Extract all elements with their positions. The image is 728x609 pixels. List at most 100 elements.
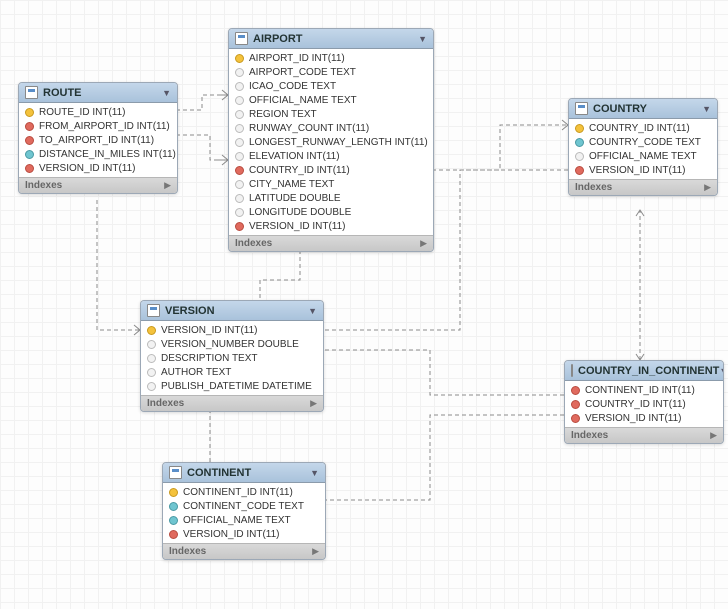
column-label: ICAO_CODE TEXT: [249, 81, 336, 92]
column-icon: [571, 400, 580, 409]
column[interactable]: AUTHOR TEXT: [141, 365, 323, 379]
table-footer-indexes[interactable]: Indexes▶: [569, 179, 717, 195]
column[interactable]: VERSION_ID INT(11): [569, 163, 717, 177]
expand-icon[interactable]: ▶: [704, 182, 711, 193]
column[interactable]: OFFICIAL_NAME TEXT: [163, 513, 325, 527]
column-label: AUTHOR TEXT: [161, 367, 231, 378]
column[interactable]: VERSION_ID INT(11): [19, 161, 177, 175]
column[interactable]: CITY_NAME TEXT: [229, 177, 433, 191]
collapse-icon[interactable]: ▼: [719, 366, 724, 376]
column[interactable]: LONGITUDE DOUBLE: [229, 205, 433, 219]
collapse-icon[interactable]: ▼: [162, 88, 171, 98]
table-header[interactable]: VERSION▼: [141, 301, 323, 321]
table-footer-indexes[interactable]: Indexes ▶: [163, 543, 325, 559]
expand-icon[interactable]: ▶: [312, 546, 319, 557]
column-label: LONGITUDE DOUBLE: [249, 207, 351, 218]
column[interactable]: TO_AIRPORT_ID INT(11): [19, 133, 177, 147]
collapse-icon[interactable]: ▼: [418, 34, 427, 44]
table-footer-indexes[interactable]: Indexes▶: [19, 177, 177, 193]
column[interactable]: ROUTE_ID INT(11): [19, 105, 177, 119]
key-icon: [575, 124, 584, 133]
table-columns: AIRPORT_ID INT(11)AIRPORT_CODE TEXT ICAO_…: [229, 49, 433, 235]
column-label: VERSION_ID INT(11): [249, 221, 346, 232]
column[interactable]: COUNTRY_ID INT(11): [565, 397, 723, 411]
column[interactable]: COUNTRY_ID INT(11): [569, 121, 717, 135]
er-diagram-canvas[interactable]: ROUTE ▼ ROUTE_ID INT(11)FROM_AIRPORT_ID IN…: [0, 0, 728, 609]
column[interactable]: COUNTRY_ID INT(11): [229, 163, 433, 177]
column[interactable]: LONGEST_RUNWAY_LENGTH INT(11): [229, 135, 433, 149]
column-icon: [25, 164, 34, 173]
column[interactable]: VERSION_NUMBER DOUBLE: [141, 337, 323, 351]
column-icon: [25, 122, 34, 131]
table-airport[interactable]: AIRPORT ▼ AIRPORT_ID INT(11)AIRPORT_CODE T…: [228, 28, 434, 252]
column[interactable]: ICAO_CODE TEXT: [229, 79, 433, 93]
expand-icon[interactable]: ▶: [710, 430, 717, 441]
column[interactable]: CONTINENT_ID INT(11): [163, 485, 325, 499]
column-label: CONTINENT_CODE TEXT: [183, 501, 304, 512]
column-label: PUBLISH_DATETIME DATETIME: [161, 381, 312, 392]
column[interactable]: OFFICIAL_NAME TEXT: [229, 93, 433, 107]
column[interactable]: VERSION_ID INT(11): [565, 411, 723, 425]
key-icon: [235, 54, 244, 63]
table-country_in_continent[interactable]: COUNTRY_IN_CONTINENT▼ CONTINENT_ID INT(11…: [564, 360, 724, 444]
table-header[interactable]: AIRPORT ▼: [229, 29, 433, 49]
table-continent[interactable]: CONTINENT▼ CONTINENT_ID INT(11) CONTINENT_…: [162, 462, 326, 560]
table-header[interactable]: ROUTE ▼: [19, 83, 177, 103]
table-version[interactable]: VERSION▼ VERSION_ID INT(11) VERSION_NUMBER…: [140, 300, 324, 412]
column[interactable]: OFFICIAL_NAME TEXT: [569, 149, 717, 163]
column-label: CONTINENT_ID INT(11): [183, 487, 293, 498]
column-icon: [575, 152, 584, 161]
column[interactable]: DESCRIPTION TEXT: [141, 351, 323, 365]
expand-icon[interactable]: ▶: [420, 238, 427, 249]
column-label: OFFICIAL_NAME TEXT: [183, 515, 291, 526]
column-label: VERSION_ID INT(11): [161, 325, 258, 336]
column[interactable]: RUNWAY_COUNT INT(11): [229, 121, 433, 135]
table-header[interactable]: COUNTRY▼: [569, 99, 717, 119]
collapse-icon[interactable]: ▼: [308, 306, 317, 316]
key-icon: [147, 326, 156, 335]
table-footer-indexes[interactable]: Indexes▶: [141, 395, 323, 411]
collapse-icon[interactable]: ▼: [310, 468, 319, 478]
column[interactable]: DISTANCE_IN_MILES INT(11): [19, 147, 177, 161]
collapse-icon[interactable]: ▼: [702, 104, 711, 114]
table-title: AIRPORT: [253, 33, 303, 45]
column[interactable]: AIRPORT_CODE TEXT: [229, 65, 433, 79]
expand-icon[interactable]: ▶: [164, 180, 171, 191]
column[interactable]: VERSION_ID INT(11): [229, 219, 433, 233]
table-icon: [169, 466, 182, 479]
table-columns: COUNTRY_ID INT(11) COUNTRY_CODE TEXTOFFIC…: [569, 119, 717, 179]
table-footer-indexes[interactable]: Indexes▶: [565, 427, 723, 443]
column-label: COUNTRY_CODE TEXT: [589, 137, 701, 148]
column-icon: [235, 68, 244, 77]
column-label: VERSION_ID INT(11): [183, 529, 280, 540]
table-icon: [571, 364, 573, 377]
column[interactable]: LATITUDE DOUBLE: [229, 191, 433, 205]
column-icon: [235, 96, 244, 105]
table-title: ROUTE: [43, 87, 82, 99]
indexes-label: Indexes: [169, 546, 206, 557]
table-country[interactable]: COUNTRY▼ COUNTRY_ID INT(11) COUNTRY_CODE T…: [568, 98, 718, 196]
column[interactable]: PUBLISH_DATETIME DATETIME: [141, 379, 323, 393]
column-label: VERSION_NUMBER DOUBLE: [161, 339, 299, 350]
column[interactable]: VERSION_ID INT(11): [141, 323, 323, 337]
column[interactable]: CONTINENT_CODE TEXT: [163, 499, 325, 513]
column[interactable]: REGION TEXT: [229, 107, 433, 121]
column[interactable]: FROM_AIRPORT_ID INT(11): [19, 119, 177, 133]
table-header[interactable]: CONTINENT▼: [163, 463, 325, 483]
expand-icon[interactable]: ▶: [310, 398, 317, 409]
column-icon: [235, 208, 244, 217]
column-icon: [235, 222, 244, 231]
column[interactable]: VERSION_ID INT(11): [163, 527, 325, 541]
table-footer-indexes[interactable]: Indexes▶: [229, 235, 433, 251]
column[interactable]: ELEVATION INT(11): [229, 149, 433, 163]
column-icon: [147, 340, 156, 349]
table-header[interactable]: COUNTRY_IN_CONTINENT▼: [565, 361, 723, 381]
column-icon: [25, 136, 34, 145]
column[interactable]: CONTINENT_ID INT(11): [565, 383, 723, 397]
column-icon: [235, 124, 244, 133]
column[interactable]: COUNTRY_CODE TEXT: [569, 135, 717, 149]
table-route[interactable]: ROUTE ▼ ROUTE_ID INT(11)FROM_AIRPORT_ID IN…: [18, 82, 178, 194]
column[interactable]: AIRPORT_ID INT(11): [229, 51, 433, 65]
column-icon: [169, 530, 178, 539]
column-label: CITY_NAME TEXT: [249, 179, 334, 190]
